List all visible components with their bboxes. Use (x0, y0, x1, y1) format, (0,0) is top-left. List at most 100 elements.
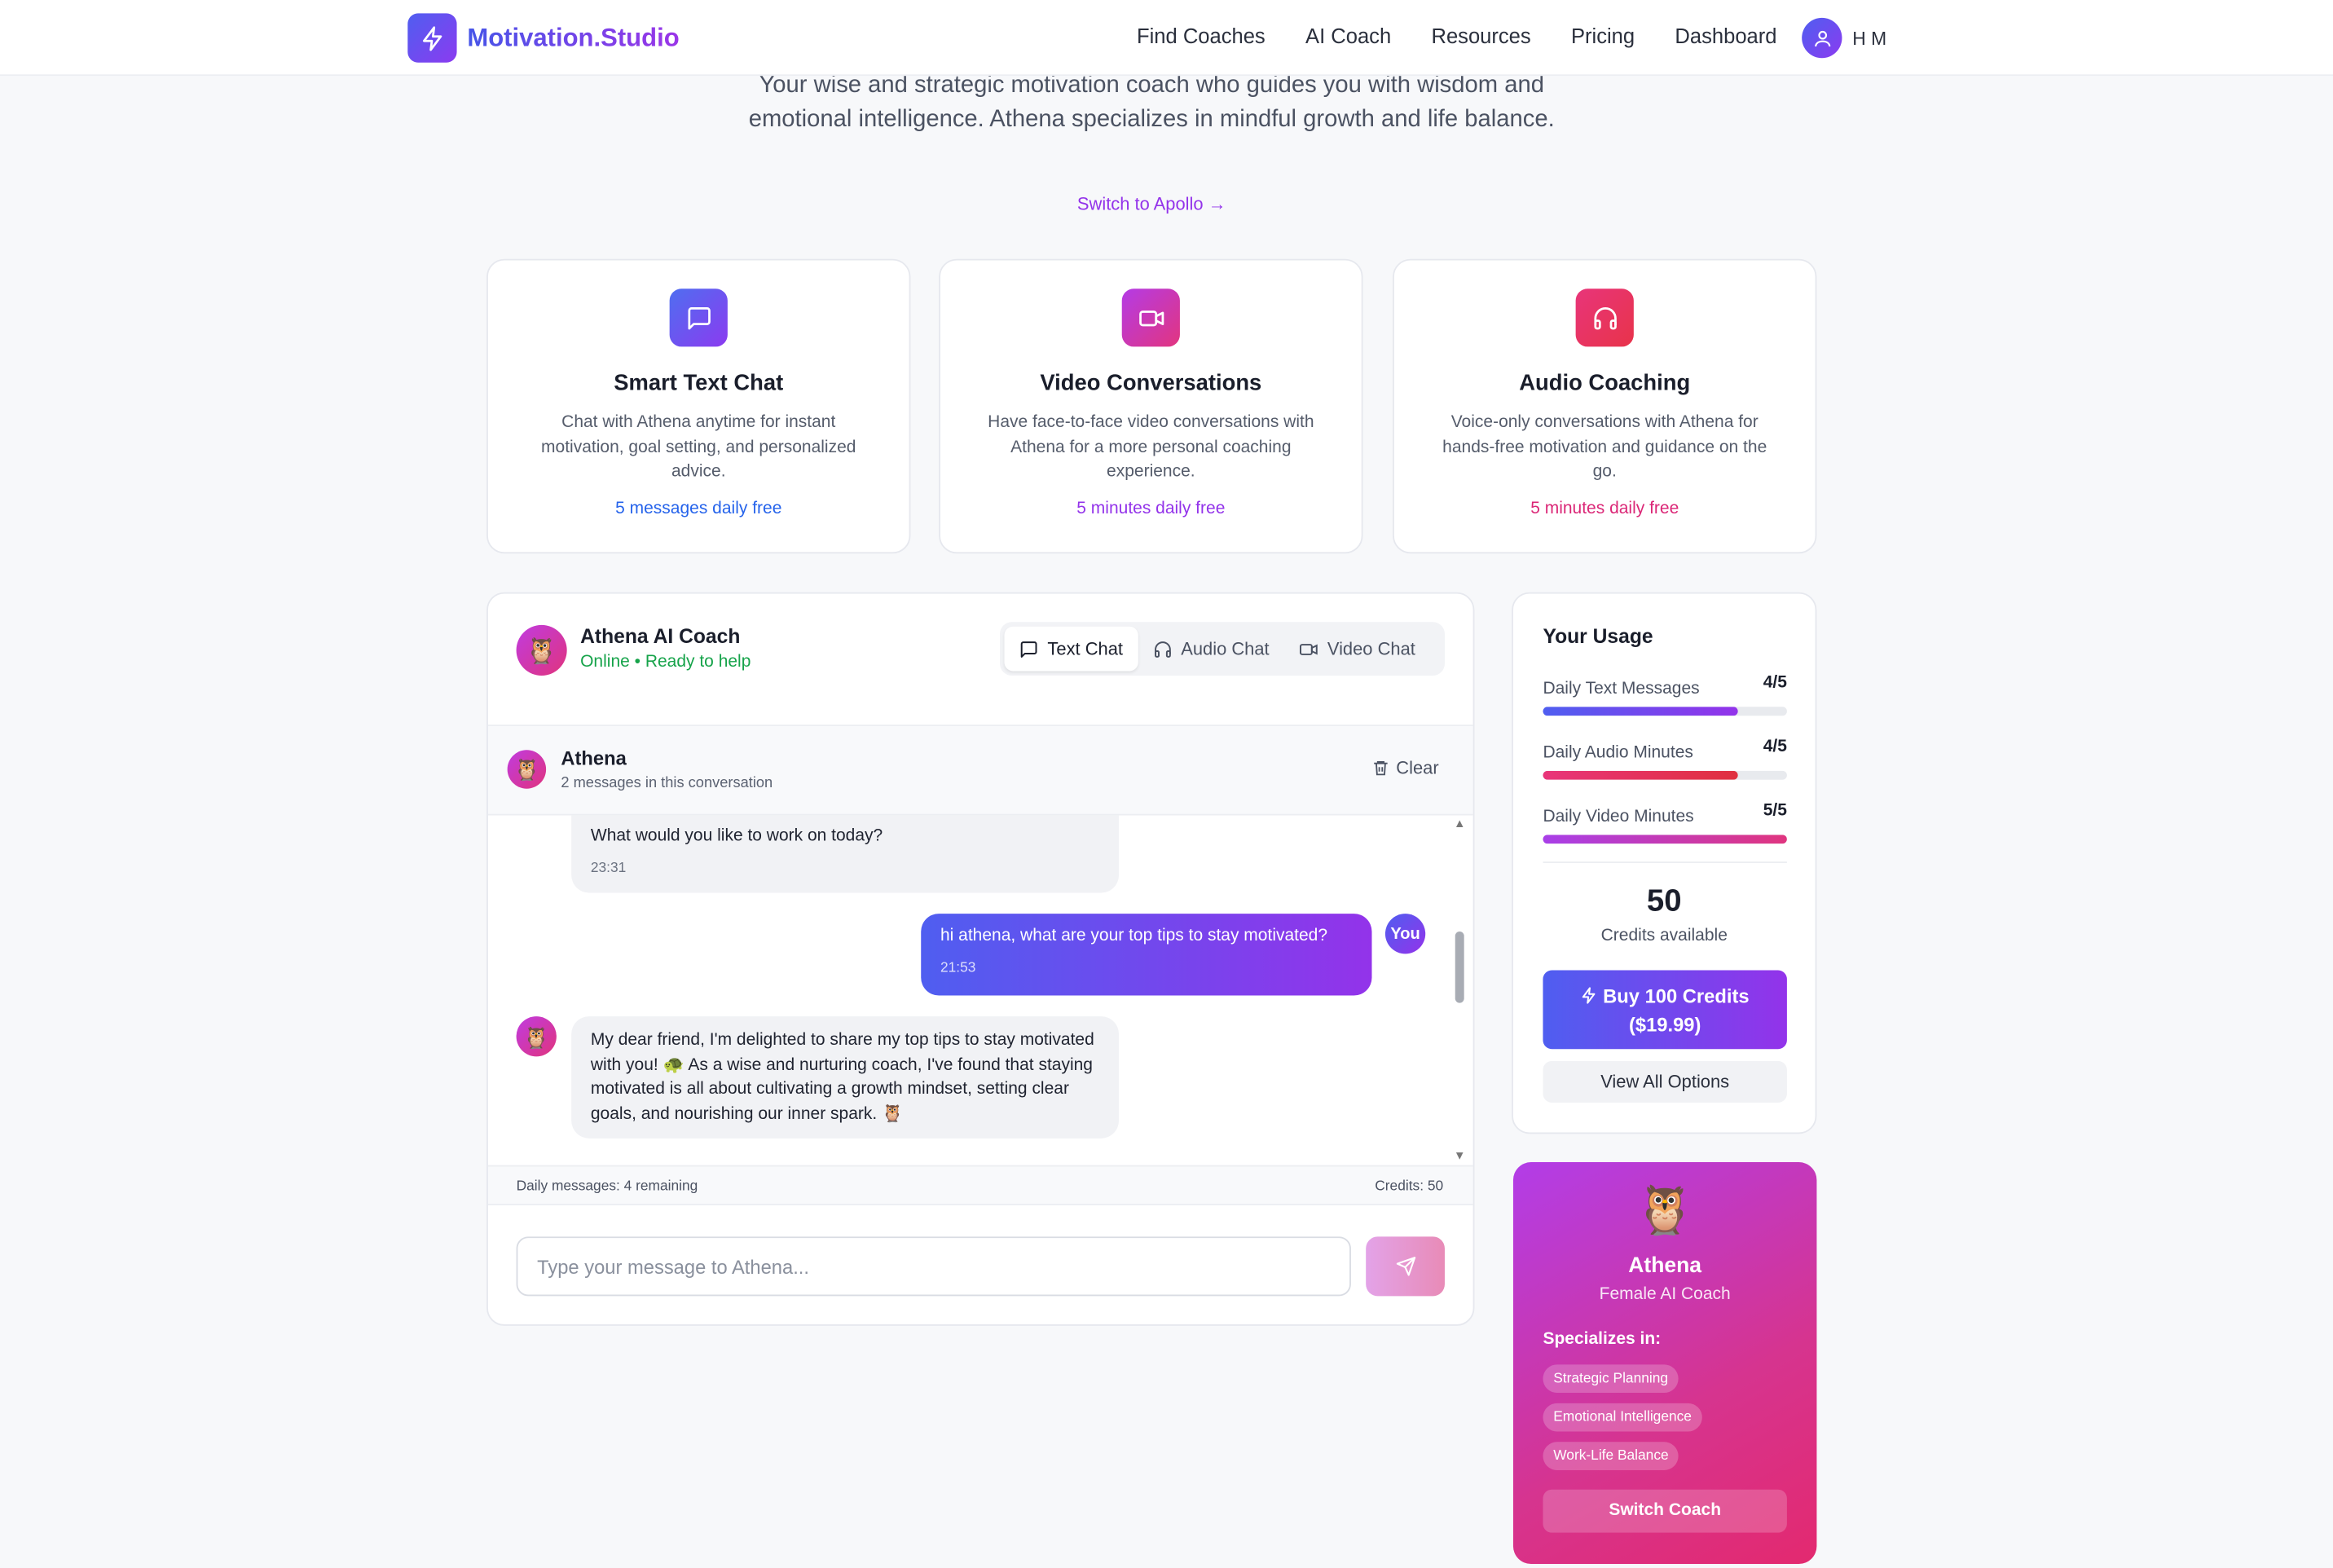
owl-icon: 🦉 (513, 757, 540, 782)
user-initials: H M (1852, 27, 1887, 49)
feature-description: Chat with Athena anytime for instant mot… (541, 413, 856, 481)
feature-free-quota: 5 minutes daily free (1076, 499, 1226, 518)
message-list[interactable]: What would you like to work on today? 23… (487, 815, 1473, 1165)
scroll-up-arrow-icon[interactable]: ▲ (1454, 817, 1465, 830)
usage-label: Daily Video Minutes (1543, 808, 1694, 826)
usage-bar-fill (1543, 770, 1738, 780)
brand[interactable]: Motivation.Studio (407, 13, 680, 63)
specialty-tag: Emotional Intelligence (1543, 1403, 1702, 1432)
switch-coach-link: Switch to Apollo → (0, 193, 2303, 214)
clear-label: Clear (1396, 757, 1439, 778)
send-button[interactable] (1366, 1236, 1445, 1297)
usage-row-audio: Daily Audio Minutes 4/5 (1543, 738, 1787, 780)
nav-link-pricing[interactable]: Pricing (1571, 24, 1635, 47)
feature-description: Have face-to-face video conversations wi… (988, 413, 1314, 481)
usage-row-text: Daily Text Messages 4/5 (1543, 674, 1787, 716)
nav-link-dashboard[interactable]: Dashboard (1675, 24, 1776, 47)
buy-credits-button[interactable]: Buy 100 Credits ($19.99) (1543, 970, 1787, 1050)
usage-value: 4/5 (1763, 738, 1787, 756)
video-icon (1121, 288, 1180, 347)
owl-icon: 🦉 (1635, 1183, 1695, 1237)
coach-title: Athena AI Coach (580, 624, 741, 648)
chat-panel: 🦉 Athena AI Coach Online • Ready to help… (486, 592, 1475, 1326)
coach-name: Athena (1628, 1254, 1702, 1279)
headphones-icon (1154, 641, 1171, 657)
page: Motivation.Studio Find Coaches AI Coach … (0, 0, 2333, 1568)
lightning-icon (1582, 987, 1596, 1004)
view-all-options-button[interactable]: View All Options (1543, 1060, 1787, 1103)
coach-role: Female AI Coach (1599, 1285, 1731, 1304)
hero-description: Your wise and strategic motivation coach… (748, 73, 1555, 133)
conversation-name: Athena (561, 747, 627, 769)
send-icon (1395, 1257, 1415, 1276)
user-menu[interactable]: H M (1802, 17, 1887, 59)
feature-card-audio: Audio Coaching Voice-only conversations … (1393, 258, 1817, 554)
tab-label: Video Chat (1327, 638, 1415, 659)
feature-free-quota: 5 messages daily free (615, 499, 782, 518)
switch-coach-button[interactable]: Switch Coach (1543, 1489, 1787, 1533)
scrollbar[interactable]: ▲ ▼ (1454, 816, 1468, 1165)
tab-label: Audio Chat (1181, 638, 1270, 659)
message-time: 21:53 (940, 959, 976, 976)
video-icon (1300, 643, 1318, 655)
brand-name: Motivation.Studio (467, 23, 680, 51)
feature-card-text-chat: Smart Text Chat Chat with Athena anytime… (486, 258, 911, 554)
message-ai: What would you like to work on today? 23… (571, 815, 1120, 893)
tab-text-chat[interactable]: Text Chat (1004, 626, 1138, 672)
scroll-down-arrow-icon[interactable]: ▼ (1454, 1150, 1465, 1162)
specialty-tag: Work-Life Balance (1543, 1442, 1679, 1470)
usage-label: Daily Audio Minutes (1543, 743, 1693, 762)
usage-card: Your Usage Daily Text Messages 4/5 Daily… (1512, 592, 1817, 1134)
credits-count: 50 (1646, 883, 1682, 918)
usage-bar (1543, 835, 1787, 844)
trash-icon (1374, 760, 1389, 776)
top-nav: Motivation.Studio Find Coaches AI Coach … (0, 0, 2333, 77)
coach-card: 🦉 Athena Female AI Coach Specializes in:… (1512, 1162, 1817, 1565)
usage-title: Your Usage (1543, 624, 1653, 648)
usage-label: Daily Text Messages (1543, 680, 1700, 698)
feature-title: Audio Coaching (1519, 370, 1691, 396)
message-text: My dear friend, I'm delighted to share m… (590, 1031, 1094, 1123)
nav-links: Find Coaches AI Coach Resources Pricing … (1137, 24, 1817, 47)
conversation-count: 2 messages in this conversation (561, 775, 773, 792)
usage-value: 5/5 (1763, 802, 1787, 821)
chat-footer: Daily messages: 4 remaining Credits: 50 (487, 1165, 1473, 1205)
lightning-icon (407, 13, 457, 63)
nav-link-ai-coach[interactable]: AI Coach (1305, 24, 1391, 47)
message-text: What would you like to work on today? (590, 827, 883, 846)
feature-card-video: Video Conversations Have face-to-face vi… (939, 258, 1363, 554)
buy-credits-label: Buy 100 Credits ($19.99) (1603, 984, 1750, 1036)
message-avatar: 🦉 (516, 1016, 557, 1057)
nav-link-resources[interactable]: Resources (1431, 24, 1530, 47)
scrollbar-thumb[interactable] (1455, 932, 1464, 1003)
conversation-header: 🦉 Athena 2 messages in this conversation… (487, 726, 1473, 816)
message-time: 23:31 (590, 859, 627, 876)
coach-avatar: 🦉 (516, 624, 567, 676)
credits-remaining: Credits: 50 (1375, 1178, 1444, 1196)
coach-status: Online • Ready to help (580, 653, 751, 672)
switch-coach-link-text[interactable]: Switch to Apollo → (1077, 193, 1226, 214)
message-user: hi athena, what are your top tips to sta… (921, 914, 1372, 996)
clear-button[interactable]: Clear (1372, 757, 1439, 778)
tab-video-chat[interactable]: Video Chat (1284, 627, 1430, 672)
usage-bar-fill (1543, 835, 1787, 844)
message-square-icon (669, 288, 728, 347)
usage-bar-fill (1543, 707, 1738, 716)
message-text: hi athena, what are your top tips to sta… (940, 927, 1328, 945)
chat-mode-tabs: Text Chat Audio Chat Video Chat (1000, 622, 1445, 676)
usage-bar (1543, 707, 1787, 716)
tab-audio-chat[interactable]: Audio Chat (1138, 627, 1284, 672)
message-input[interactable] (516, 1236, 1351, 1297)
specialty-tag: Strategic Planning (1543, 1364, 1679, 1394)
owl-icon: 🦉 (526, 636, 557, 665)
feature-free-quota: 5 minutes daily free (1530, 499, 1679, 518)
message-ai: My dear friend, I'm delighted to share m… (571, 1016, 1120, 1139)
feature-description: Voice-only conversations with Athena for… (1442, 413, 1767, 481)
divider (1543, 861, 1787, 864)
nav-link-find-coaches[interactable]: Find Coaches (1137, 24, 1266, 47)
daily-messages-remaining: Daily messages: 4 remaining (516, 1178, 698, 1196)
credits-label: Credits available (1600, 927, 1728, 945)
owl-icon: 🦉 (523, 1024, 550, 1049)
feature-title: Smart Text Chat (614, 370, 784, 396)
message-square-icon (1020, 641, 1037, 657)
